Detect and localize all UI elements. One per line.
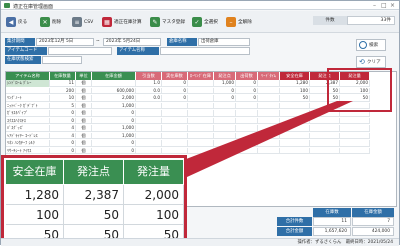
zoom-cell: 2,000 [124,185,184,205]
main-window: 適正在庫管理画面 – □ × ◀ 戻る ✕ 削除 ≡ CSV ▦ 適正在庫計算 … [0,0,400,246]
footer-row2-value2: 424,000 [352,227,394,236]
footer-col-label-stock: 在庫数 [313,208,351,217]
footer-row2-value1: 1,657,620 [313,227,351,236]
zoom-header-cell: 発注点 [64,160,124,184]
zoom-cell: 2,387 [64,185,124,205]
zoom-cell: 1,280 [6,185,64,205]
zoom-header-cell: 安全在庫 [6,160,64,184]
footer-col-label-amount: 在庫金額 [352,208,394,217]
zoom-header-cell: 発注量 [124,160,184,184]
zoom-cell: 50 [64,205,124,225]
footer-row2-label: 合計金額 [277,227,312,236]
zoom-cell: 100 [6,205,64,225]
footer-row1-value2: 7 [352,217,394,226]
zoom-cell: 100 [124,205,184,225]
footer-row1-value1: 11 [313,217,351,226]
footer-row1-label: 合計件数 [277,217,312,226]
zoom-callout: 安全在庫 発注点 発注量 1,280 2,387 2,000 100 50 100 50 50 50 [1,155,187,246]
